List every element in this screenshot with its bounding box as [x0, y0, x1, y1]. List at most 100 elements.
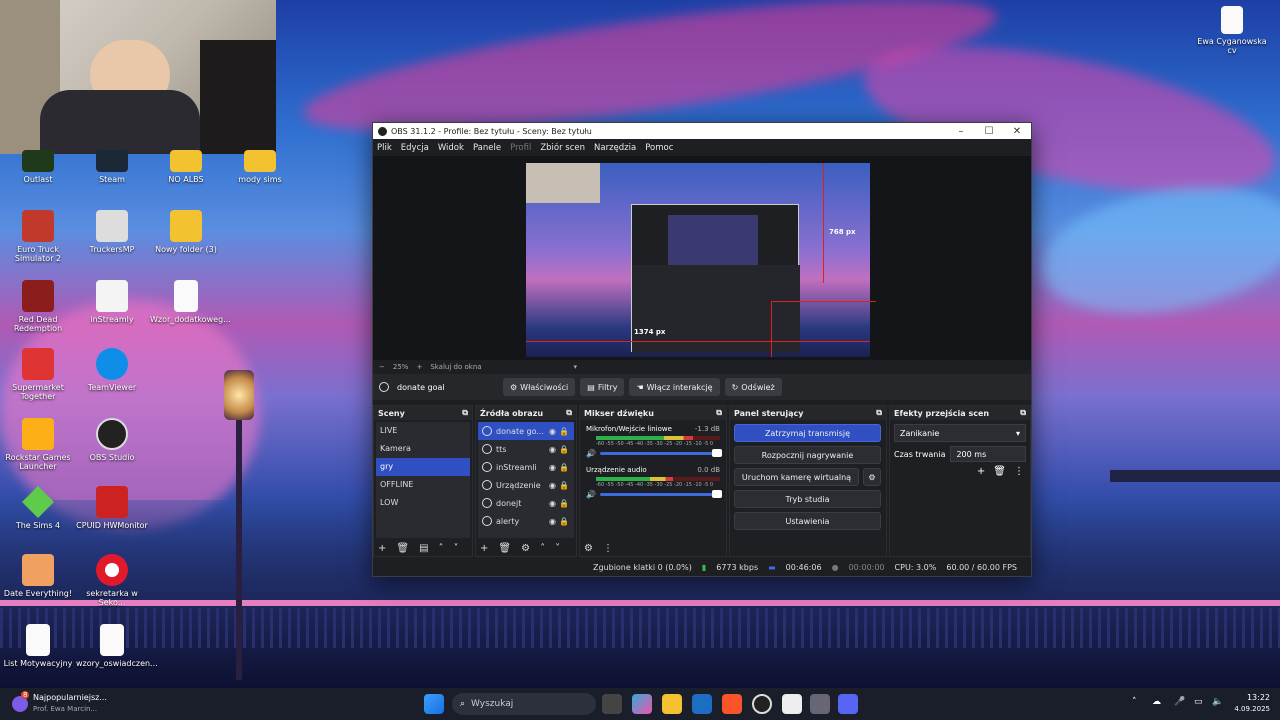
arrow-up-icon[interactable]: ˄ — [540, 543, 545, 554]
store-icon[interactable] — [692, 694, 712, 714]
chevron-down-icon[interactable]: ▾ — [574, 363, 578, 371]
menu-narzedzia[interactable]: Narzędzia — [594, 143, 636, 153]
clock-time[interactable]: 13:22 — [1246, 693, 1270, 702]
desktop-icon-sims4[interactable]: The Sims 4 — [2, 486, 74, 530]
source-item[interactable]: donate go... ◉ 🔒 — [478, 422, 574, 440]
menu-edycja[interactable]: Edycja — [401, 143, 429, 153]
dock-undock-icon[interactable]: ⧉ — [566, 408, 572, 418]
cloud-icon[interactable]: ☁ — [1152, 697, 1161, 707]
refresh-button[interactable]: ↻ Odśwież — [724, 378, 782, 396]
eye-icon[interactable]: ◉ — [549, 463, 556, 472]
speaker-icon[interactable]: 🔊 — [586, 490, 596, 499]
scene-item[interactable]: LIVE — [376, 422, 470, 440]
mixer-settings-icon[interactable]: ⚙ — [584, 543, 593, 554]
maximize-icon[interactable]: ☐ — [975, 126, 1003, 137]
discord-icon[interactable] — [838, 694, 858, 714]
eye-icon[interactable]: ◉ — [549, 481, 556, 490]
menu-profil[interactable]: Profil — [510, 143, 531, 153]
arrow-down-icon[interactable]: ˅ — [454, 543, 459, 554]
desktop-icon-teamviewer[interactable]: TeamViewer — [76, 348, 148, 392]
settings-button[interactable]: Ustawienia — [734, 512, 881, 530]
desktop-icon-rockstar[interactable]: Rockstar Games Launcher — [2, 418, 74, 471]
menu-zbior-scen[interactable]: Zbiór scen — [540, 143, 585, 153]
eye-icon[interactable]: ◉ — [549, 445, 556, 454]
lock-icon[interactable]: 🔒 — [559, 463, 569, 472]
network-icon[interactable]: ▭ — [1194, 697, 1203, 707]
menu-plik[interactable]: Plik — [377, 143, 392, 153]
virtual-cam-button[interactable]: Uruchom kamerę wirtualną — [734, 468, 859, 486]
menu-panele[interactable]: Panele — [473, 143, 501, 153]
dock-undock-icon[interactable]: ⧉ — [1020, 408, 1026, 418]
menu-pomoc[interactable]: Pomoc — [645, 143, 673, 153]
gear-icon[interactable]: ⚙ — [863, 468, 881, 486]
lock-icon[interactable]: 🔒 — [559, 499, 569, 508]
stop-stream-button[interactable]: Zatrzymaj transmisję — [734, 424, 881, 442]
interact-button[interactable]: ☚ Włącz interakcję — [629, 378, 720, 396]
obs-taskbar-icon[interactable] — [752, 694, 772, 714]
scene-item[interactable]: OFFLINE — [376, 476, 470, 494]
volume-slider[interactable] — [599, 490, 722, 498]
properties-button[interactable]: ⚙ Właściwości — [503, 378, 576, 396]
notification-title[interactable]: Najpopularniejsz... — [33, 693, 107, 702]
document-taskbar-icon[interactable] — [782, 694, 802, 714]
settings-taskbar-icon[interactable] — [810, 694, 830, 714]
start-record-button[interactable]: Rozpocznij nagrywanie — [734, 446, 881, 464]
close-icon[interactable]: ✕ — [1003, 126, 1031, 137]
speaker-icon[interactable]: 🔊 — [586, 449, 596, 458]
scene-item[interactable]: Kamera — [376, 440, 470, 458]
volume-icon[interactable]: 🔈 — [1212, 697, 1223, 707]
desktop-icon-steam[interactable]: Steam — [76, 150, 148, 184]
desktop-icon-mody-sims[interactable]: mody sims — [224, 150, 296, 184]
scene-item-selected[interactable]: gry — [376, 458, 470, 476]
task-view-icon[interactable] — [602, 694, 622, 714]
filter-icon[interactable]: ▤ — [419, 543, 428, 554]
add-icon[interactable]: + — [378, 543, 386, 554]
source-item[interactable]: donejt ◉ 🔒 — [478, 494, 574, 512]
transition-select[interactable]: Zanikanie ▾ — [894, 424, 1026, 442]
desktop-icon-sekretarka[interactable]: sekretarka w Seko... — [76, 554, 148, 607]
copilot-icon[interactable] — [632, 694, 652, 714]
eye-icon[interactable]: ◉ — [549, 427, 556, 436]
desktop-icon-supermarket[interactable]: Supermarket Together — [2, 348, 74, 401]
trash-icon[interactable]: 🗑 — [993, 466, 1006, 477]
obs-window[interactable]: OBS 31.1.2 - Profile: Bez tytułu - Sceny… — [372, 122, 1032, 577]
source-item[interactable]: Urządzenie ◉ 🔒 — [478, 476, 574, 494]
desktop-icon-instreamly[interactable]: inStreamly — [76, 280, 148, 324]
zoom-in-icon[interactable]: + — [416, 363, 422, 371]
desktop-icon-outlast[interactable]: Outlast — [2, 150, 74, 184]
studio-mode-button[interactable]: Tryb studia — [734, 490, 881, 508]
desktop-icon-date-everything[interactable]: Date Everything! — [2, 554, 74, 598]
desktop-icon-red-dead[interactable]: Red Dead Redemption — [2, 280, 74, 333]
more-icon[interactable]: ⋮ — [603, 543, 613, 554]
menu-widok[interactable]: Widok — [438, 143, 464, 153]
lock-icon[interactable]: 🔒 — [559, 427, 569, 436]
file-explorer-icon[interactable] — [662, 694, 682, 714]
desktop-icon-euro-truck[interactable]: Euro Truck Simulator 2 — [2, 210, 74, 263]
arrow-down-icon[interactable]: ˅ — [555, 543, 560, 554]
trash-icon[interactable]: 🗑 — [498, 543, 511, 554]
lock-icon[interactable]: 🔒 — [559, 517, 569, 526]
clock-date[interactable]: 4.09.2025 — [1226, 705, 1270, 713]
duration-input[interactable]: 200 ms — [950, 446, 1026, 462]
scale-select[interactable]: Skaluj do okna — [430, 363, 481, 371]
desktop-icon-cpuid[interactable]: CPUID HWMonitor — [76, 486, 148, 530]
microphone-icon[interactable]: 🎤 — [1174, 697, 1185, 707]
chevron-up-icon[interactable]: ˄ — [1132, 697, 1137, 707]
desktop-icon-no-albs[interactable]: NO ALBS — [150, 150, 222, 184]
desktop-icon-wzor[interactable]: Wzor_dodatkoweg... — [150, 280, 231, 324]
title-bar[interactable]: OBS 31.1.2 - Profile: Bez tytułu - Sceny… — [373, 123, 1031, 139]
add-icon[interactable]: + — [480, 543, 488, 554]
desktop-icon-wzory-oswiadczen[interactable]: wzory_oswiadczen... — [76, 624, 158, 668]
start-icon[interactable] — [424, 694, 444, 714]
desktop-icon-truckersmp[interactable]: TruckersMP — [76, 210, 148, 254]
desktop-icon-list-motywacyjny[interactable]: List Motywacyjny — [2, 624, 74, 668]
eye-icon[interactable]: ◉ — [549, 517, 556, 526]
add-icon[interactable]: + — [977, 466, 985, 477]
minimize-icon[interactable]: – — [947, 126, 975, 137]
brave-icon[interactable] — [722, 694, 742, 714]
trash-icon[interactable]: 🗑 — [396, 543, 409, 554]
dock-undock-icon[interactable]: ⧉ — [716, 408, 722, 418]
desktop-icon-cv[interactable]: Ewa Cyganowska cv — [1196, 6, 1268, 55]
search-box[interactable]: ⌕ Wyszukaj — [452, 693, 596, 715]
preview-canvas[interactable]: 768 px 1374 px — [373, 156, 1031, 366]
